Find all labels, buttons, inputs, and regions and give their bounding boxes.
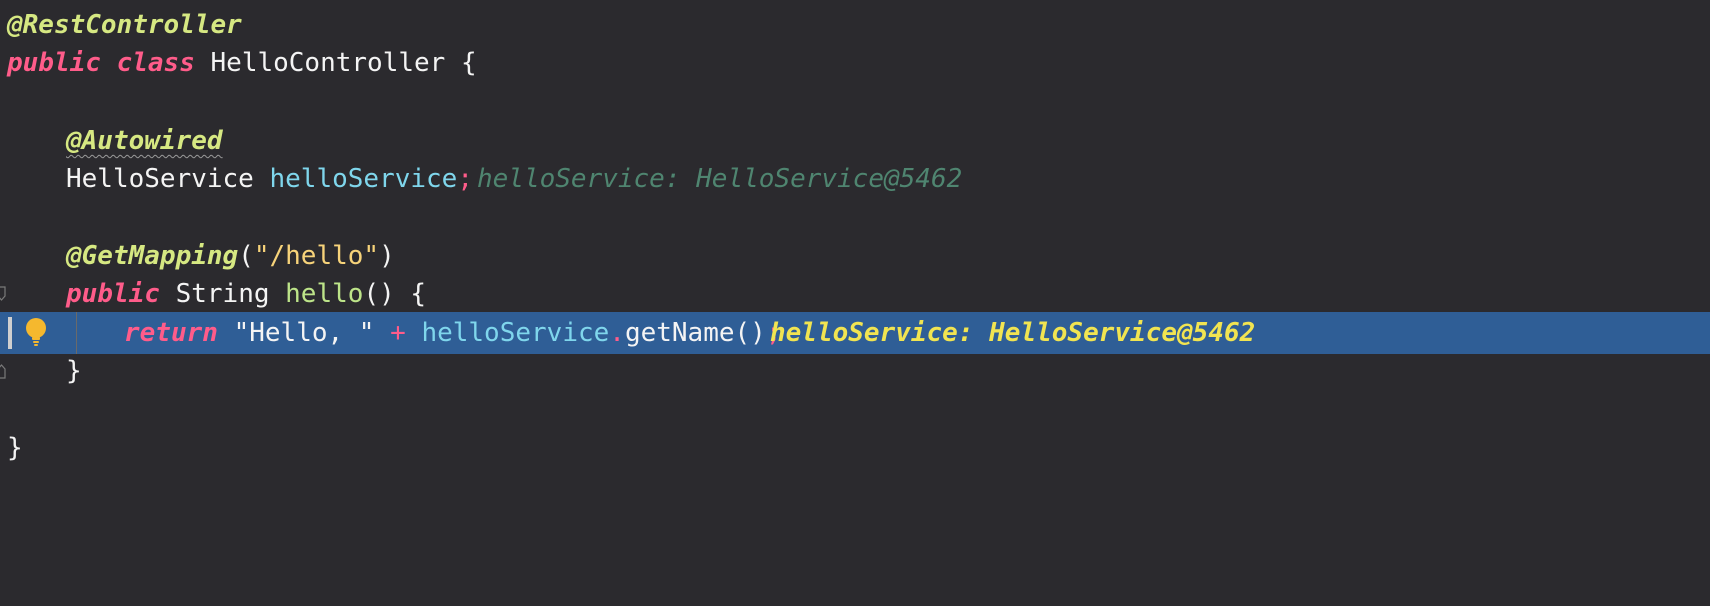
keyword-class: class [116, 48, 195, 78]
execution-point-marker [8, 317, 12, 349]
keyword-public: public [66, 279, 160, 309]
method-declaration: public String hello() { [66, 273, 426, 315]
semicolon: ; [457, 164, 473, 194]
keyword-return: return [124, 318, 218, 348]
fold-start-icon[interactable] [0, 286, 7, 302]
code-line-10[interactable]: } [0, 350, 1710, 392]
type-string: String [175, 279, 270, 309]
lightbulb-icon[interactable] [24, 317, 48, 349]
annotation-rest-controller: @RestController [7, 10, 242, 40]
inline-debug-value-active: helloService: HelloService@5462 [770, 318, 1256, 348]
method-name-hello: hello [285, 279, 364, 309]
close-brace-method: } [66, 356, 82, 386]
class-name: HelloController [210, 48, 446, 78]
inline-debug-value: helloService: HelloService@5462 [477, 164, 963, 194]
parens: () [734, 318, 766, 348]
get-mapping-annotation: @GetMapping("/hello") [66, 235, 395, 277]
string-hello-prefix: "Hello, " [233, 318, 375, 348]
field-hello-service: helloService [421, 318, 610, 348]
type-hello-service: HelloService [66, 164, 254, 194]
code-line-8[interactable]: public String hello() { [0, 273, 1710, 315]
code-editor[interactable]: @RestController public class HelloContro… [0, 0, 1710, 554]
code-line-1[interactable]: @RestController [0, 4, 1710, 46]
string-hello-path: "/hello" [253, 241, 380, 271]
dot: . [609, 318, 625, 348]
paren-close: ) [379, 241, 395, 271]
code-line-4[interactable]: @Autowired [0, 120, 1710, 162]
gutter-separator [76, 312, 77, 354]
plus-operator: + [390, 318, 406, 348]
code-line-12[interactable]: } [0, 427, 1710, 469]
annotation-get-mapping: @GetMapping [66, 241, 239, 271]
return-statement: return "Hello, " + helloService.getName(… [124, 312, 781, 354]
method-call-get-name: getName [624, 318, 735, 348]
field-hello-service: helloService [269, 164, 458, 194]
fold-end-icon[interactable] [0, 363, 7, 379]
open-brace: { [460, 48, 477, 78]
code-line-9-current[interactable]: return "Hello, " + helloService.getName(… [0, 312, 1710, 354]
field-declaration: HelloService helloService; [66, 158, 473, 200]
annotation-autowired: @Autowired [66, 126, 223, 156]
code-line-7[interactable]: @GetMapping("/hello") [0, 235, 1710, 277]
paren-open: ( [238, 241, 254, 271]
keyword-public: public [7, 48, 101, 78]
parens: () [363, 279, 395, 309]
code-line-5[interactable]: HelloService helloService; helloService:… [0, 158, 1710, 200]
class-declaration: public class HelloController { [7, 42, 477, 84]
code-line-2[interactable]: public class HelloController { [0, 42, 1710, 84]
open-brace: { [410, 279, 427, 309]
close-brace-class: } [7, 433, 23, 463]
